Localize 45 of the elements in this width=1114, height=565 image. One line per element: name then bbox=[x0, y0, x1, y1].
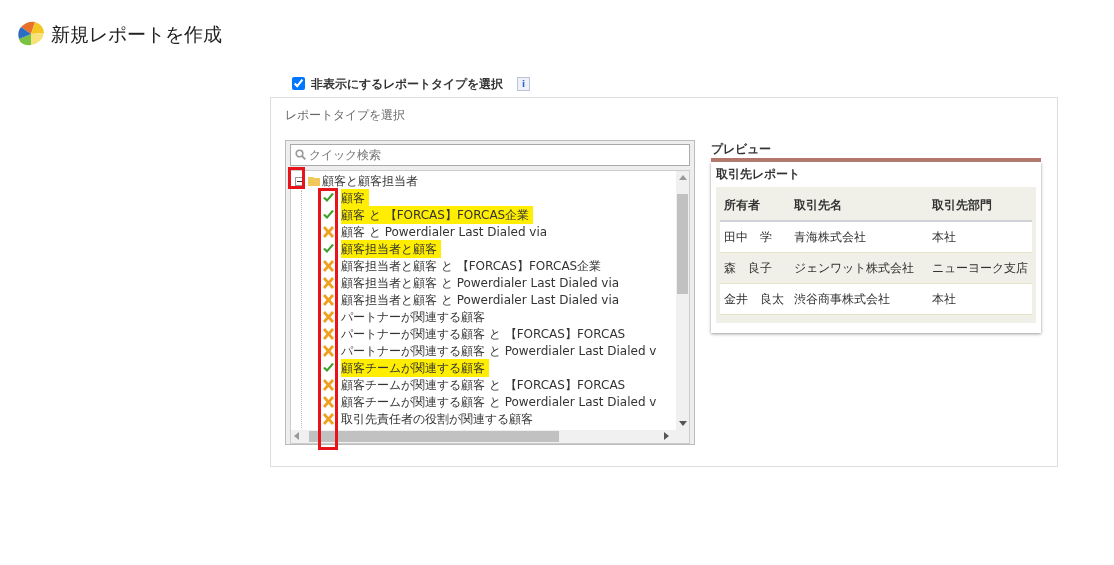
report-type-item[interactable]: 顧客チームが関連する顧客 と Powerdialer Last Dialed v bbox=[341, 393, 657, 411]
report-type-item[interactable]: 顧客担当者と顧客 bbox=[341, 240, 441, 258]
scroll-up-icon[interactable] bbox=[678, 174, 687, 180]
preview-heading: プレビュー bbox=[711, 139, 1041, 162]
column-header: 所有者 bbox=[724, 196, 761, 214]
scroll-right-icon[interactable] bbox=[664, 432, 669, 440]
report-type-item[interactable]: 顧客 と 【FORCAS】FORCAS企業 bbox=[341, 206, 534, 224]
report-type-item[interactable]: 取引先責任者の役割が関連する顧客 bbox=[341, 410, 533, 428]
folder-icon bbox=[308, 176, 320, 186]
scroll-down-icon[interactable] bbox=[678, 420, 687, 426]
report-type-item[interactable]: パートナーが関連する顧客 と 【FORCAS】FORCAS bbox=[341, 325, 626, 343]
report-logo-icon bbox=[17, 21, 45, 48]
checkbox-label[interactable]: 非表示にするレポートタイプを選択 bbox=[311, 74, 503, 93]
info-badge[interactable]: i bbox=[517, 76, 531, 91]
collapse-icon[interactable] bbox=[295, 176, 304, 186]
report-type-item[interactable]: パートナーが関連する顧客 と Powerdialer Last Dialed v bbox=[341, 342, 657, 360]
report-type-item[interactable]: 顧客担当者と顧客 と 【FORCAS】FORCAS企業 bbox=[341, 257, 602, 275]
report-type-item[interactable]: 顧客担当者と顧客 と Powerdialer Last Dialed via bbox=[341, 274, 620, 292]
scrollbar-thumb[interactable] bbox=[677, 193, 688, 294]
table-cell-text: 本社 bbox=[932, 228, 957, 246]
report-type-item[interactable]: 顧客 と Powerdialer Last Dialed via bbox=[341, 223, 548, 241]
table-cell-text: 青海株式会社 bbox=[794, 228, 867, 246]
search-icon bbox=[295, 148, 306, 160]
report-type-item[interactable]: 顧客担当者と顧客 と Powerdialer Last Dialed via bbox=[341, 291, 620, 309]
report-type-item[interactable]: 顧客チームが関連する顧客 と 【FORCAS】FORCAS bbox=[341, 376, 626, 394]
table-cell-text: 金井 良太 bbox=[724, 290, 785, 308]
report-type-item[interactable]: パートナーが関連する顧客 bbox=[341, 308, 485, 326]
column-header: 取引先部門 bbox=[932, 196, 993, 214]
report-type-item[interactable]: 顧客チームが関連する顧客 bbox=[341, 359, 489, 377]
table-cell-text: ジェンワット株式会社 bbox=[794, 259, 915, 277]
report-type-item[interactable]: 顧客 bbox=[341, 189, 369, 207]
table-cell-text: 渋谷商事株式会社 bbox=[794, 290, 891, 308]
scrollbar-thumb[interactable] bbox=[309, 430, 559, 442]
table-cell-text: ニューヨーク支店 bbox=[932, 259, 1028, 277]
hide-checkbox[interactable] bbox=[292, 77, 305, 90]
report-title: 取引先レポート bbox=[716, 165, 801, 183]
search-field[interactable]: クイック検索 bbox=[290, 143, 690, 166]
table-cell-text: 本社 bbox=[932, 290, 957, 308]
table-cell-text: 森 良子 bbox=[724, 259, 773, 277]
column-header: 取引先名 bbox=[794, 196, 843, 214]
tree-folder-label[interactable]: 顧客と顧客担当者 bbox=[322, 172, 418, 190]
page-title: 新規レポートを作成 bbox=[51, 22, 222, 47]
table-cell-text: 田中 学 bbox=[724, 228, 773, 246]
scroll-left-icon[interactable] bbox=[294, 432, 299, 440]
panel-heading: レポートタイプを選択 bbox=[285, 106, 406, 124]
